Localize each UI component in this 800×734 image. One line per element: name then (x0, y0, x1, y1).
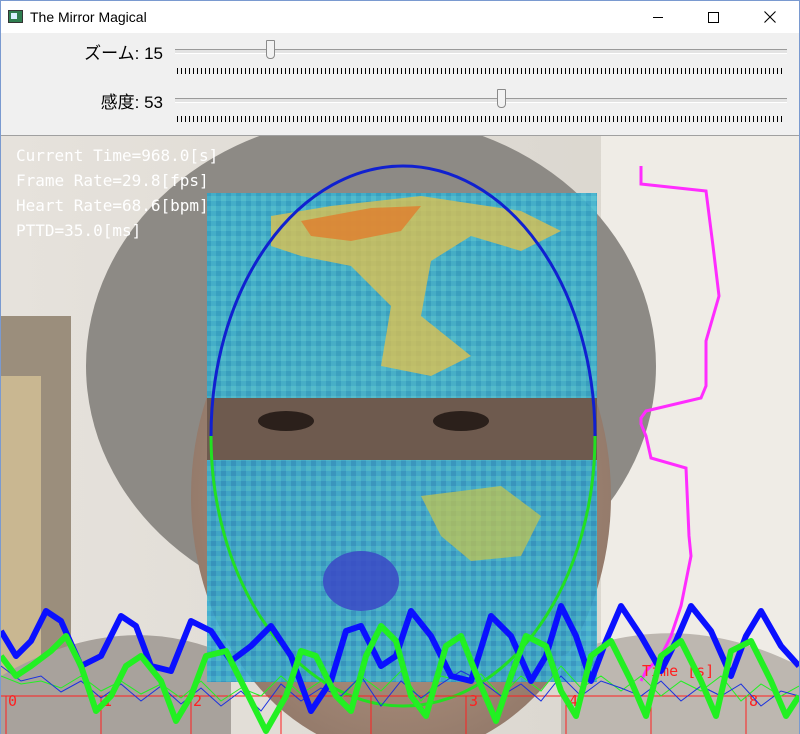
hud-heart-rate: Heart Rate=68.6[bpm] (16, 196, 209, 215)
right-eye (433, 411, 489, 431)
hud-frame-rate: Frame Rate=29.8[fps] (16, 171, 209, 190)
tick-label-3: 3 (469, 692, 478, 710)
sensitivity-slider-ticks (177, 116, 785, 122)
nose-region (323, 551, 399, 611)
maximize-button[interactable] (690, 1, 736, 33)
maximize-icon (707, 11, 719, 23)
hud-pttd: PTTD=35.0[ms] (16, 221, 142, 240)
sensitivity-slider-track[interactable] (175, 98, 787, 103)
zoom-slider-thumb[interactable] (266, 40, 275, 59)
window-title: The Mirror Magical (30, 9, 147, 25)
cheek-heatmap (207, 460, 597, 682)
trackbar-panel: ズーム: 15 感度: 53 (1, 33, 799, 136)
hud-current-time: Current Time=968.0[s] (16, 146, 219, 165)
zoom-label: ズーム: 15 (84, 44, 163, 63)
minimize-icon (653, 16, 663, 18)
tick-label-0: 0 (8, 692, 17, 710)
app-window: The Mirror Magical ズーム: 15 感度: 53 0 1 2 … (0, 0, 800, 734)
minimize-button[interactable] (635, 1, 681, 33)
sensitivity-label: 感度: 53 (100, 93, 163, 112)
app-icon (8, 10, 23, 23)
camera-view: 0 1 2 3 4 8 Time [s] Current Time=968.0[… (1, 136, 799, 734)
left-eye (258, 411, 314, 431)
close-button[interactable] (747, 1, 793, 33)
zoom-slider-ticks (177, 68, 785, 74)
eye-band (207, 398, 597, 460)
sensitivity-slider-thumb[interactable] (497, 89, 506, 108)
title-bar[interactable]: The Mirror Magical (1, 1, 799, 33)
close-icon (764, 11, 776, 23)
